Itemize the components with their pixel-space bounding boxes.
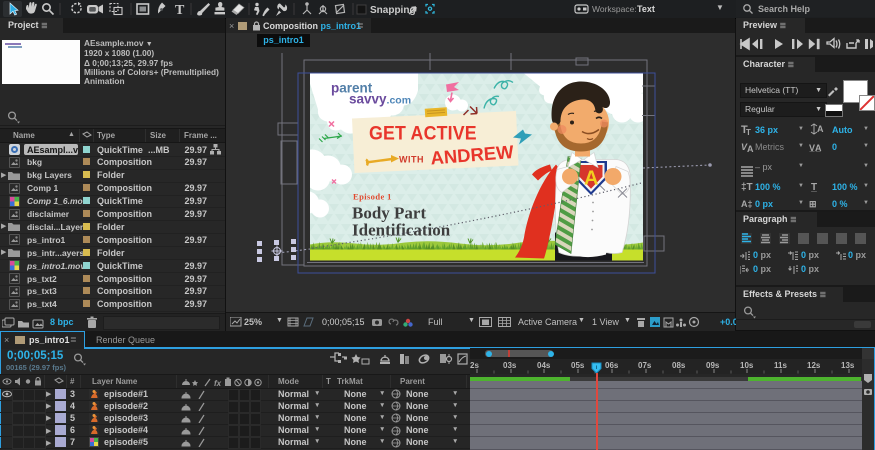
svg-text:V̲A̲: V̲A̲	[809, 143, 822, 153]
svg-text:T̲: T̲	[811, 182, 817, 193]
svg-text:savvy.com: savvy.com	[349, 92, 411, 107]
svg-text:Snapping: Snapping	[370, 5, 416, 16]
svg-text:‡T: ‡T	[741, 182, 753, 193]
svg-text:A: A	[747, 144, 754, 154]
svg-text:Episode 1: Episode 1	[353, 192, 392, 202]
svg-text:fx: fx	[214, 379, 222, 387]
svg-text:GET ACTIVE: GET ACTIVE	[369, 122, 477, 144]
svg-text:T: T	[175, 3, 185, 18]
svg-text:Identification: Identification	[352, 221, 451, 240]
svg-text:⊞: ⊞	[809, 199, 817, 209]
svg-text:A‡: A‡	[741, 199, 753, 209]
svg-text:A: A	[584, 168, 598, 190]
svg-text:T: T	[746, 128, 751, 137]
svg-text:WITH: WITH	[399, 155, 424, 165]
svg-text:A: A	[817, 124, 824, 134]
